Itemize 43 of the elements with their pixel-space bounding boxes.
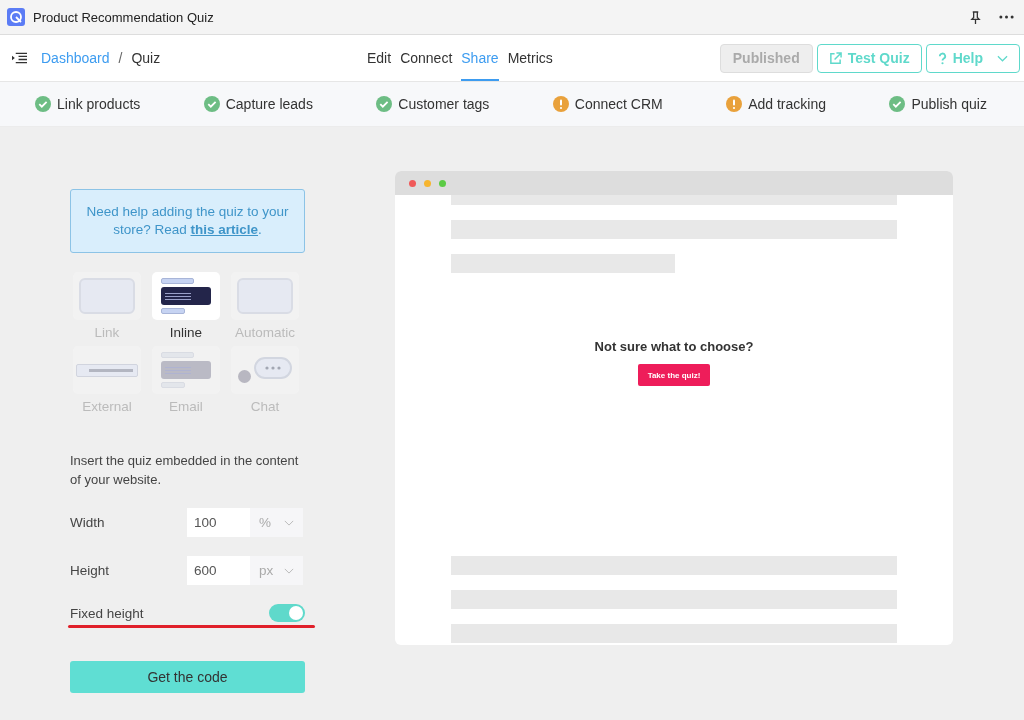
breadcrumb-separator: / [118, 50, 123, 66]
external-link-bar-icon [76, 363, 138, 377]
external-link-icon [828, 51, 842, 65]
dimension-input[interactable]: 100 [187, 508, 250, 537]
breadcrumb-current: Quiz [131, 50, 161, 66]
fixed-height-label: Fixed height [70, 605, 145, 621]
maximize-dot-icon [439, 179, 446, 187]
question-mark-icon [937, 51, 947, 65]
pin-icon[interactable] [970, 10, 981, 24]
checklist-item[interactable]: Connect CRM [574, 96, 663, 112]
description-text: Insert the quiz embedded in the content of your website. [70, 452, 300, 489]
menu-icon[interactable] [12, 52, 27, 64]
dimension-input[interactable]: 600 [187, 556, 250, 585]
app-logo-icon [7, 8, 25, 26]
window-icon [79, 278, 135, 314]
close-dot-icon [409, 179, 416, 187]
checklist-item[interactable]: Add tracking [748, 96, 826, 112]
dimension-label: Width [70, 515, 106, 530]
more-icon[interactable] [999, 15, 1014, 19]
embed-option-label: Inline [169, 325, 203, 340]
fixed-height-toggle[interactable] [269, 604, 305, 622]
window-title: Product Recommendation Quiz [33, 9, 214, 25]
chevron-down-icon [997, 54, 1008, 62]
checklist-item[interactable]: Customer tags [398, 96, 490, 112]
chat-bubble-icon [238, 357, 292, 383]
get-code-button[interactable]: Get the code [70, 661, 305, 693]
nav-tab[interactable]: Edit [367, 35, 392, 81]
take-quiz-button[interactable]: Take the quiz! [637, 364, 711, 386]
email-block-icon [161, 352, 211, 388]
inline-block-icon [161, 278, 211, 314]
window-icon [237, 278, 293, 314]
embed-option-tile[interactable] [152, 272, 220, 320]
help-note: Need help adding the quiz to your store? Read this article. [70, 189, 305, 253]
nav-tab[interactable]: Connect [400, 35, 453, 81]
chevron-down-icon [284, 519, 294, 526]
preview-heading: Not sure what to choose? [594, 339, 754, 354]
checklist-item[interactable]: Capture leads [225, 96, 313, 112]
dimension-label: Height [70, 563, 111, 578]
checklist-item[interactable]: Publish quiz [911, 96, 987, 112]
chevron-down-icon [284, 567, 294, 574]
checklist-item[interactable]: Link products [57, 96, 141, 112]
minimize-dot-icon [424, 179, 431, 187]
nav-tab[interactable]: Metrics [507, 35, 553, 81]
